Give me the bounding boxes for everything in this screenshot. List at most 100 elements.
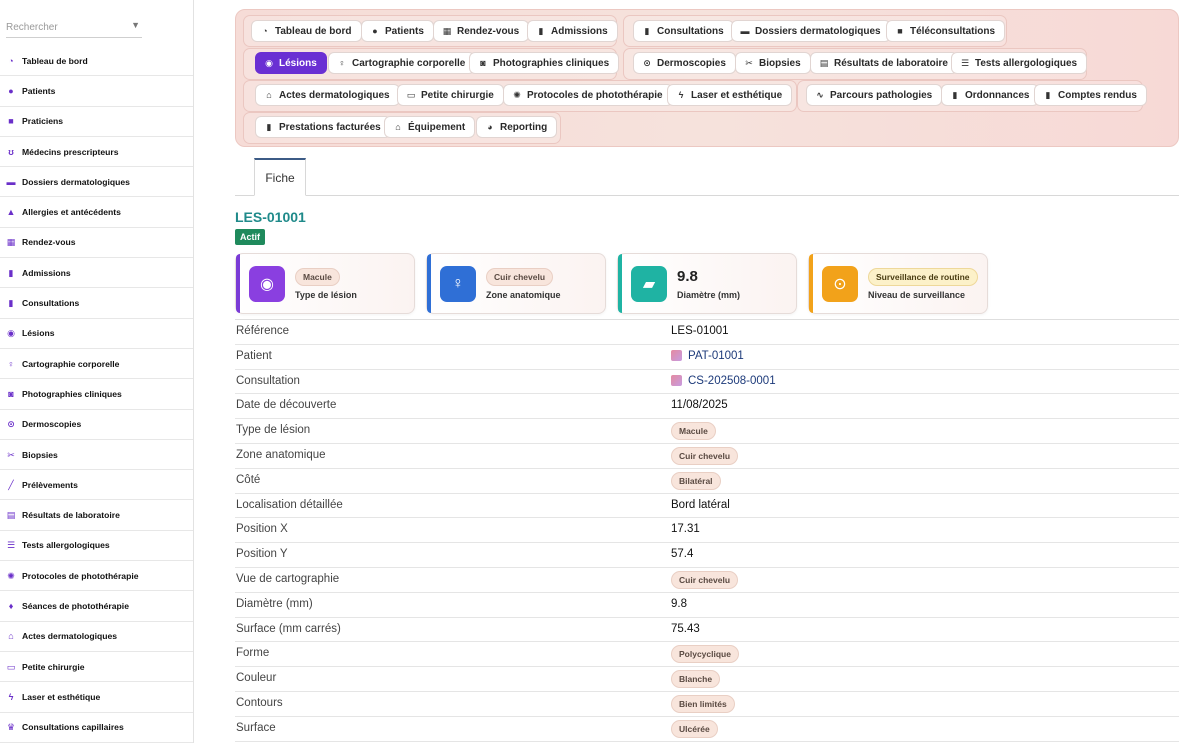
detail-value: Macule [671, 422, 716, 441]
tab-fiche[interactable]: Fiche [254, 158, 306, 196]
sidebar-item[interactable]: ▬ Dossiers dermatologiques [0, 167, 193, 198]
toolbar-button[interactable]: ▤ Résultats de laboratoire [810, 52, 958, 74]
circle-dot-icon: ◉ [265, 57, 273, 68]
sidebar-item[interactable]: ◉ Lésions [0, 319, 193, 349]
chevron-down-icon[interactable]: ▼ [131, 20, 140, 30]
toolbar-button[interactable]: ▮ Prestations facturées [255, 116, 391, 138]
detail-value: Cuir chevelu [671, 446, 739, 465]
toolbar-button[interactable]: ϟ Laser et esthétique [667, 84, 793, 106]
clipboard-icon: ▮ [8, 267, 14, 278]
card-value-badge: Macule [295, 268, 340, 286]
detail-row: Localisation détaillée Bord latéral [235, 494, 1179, 519]
sidebar-item[interactable]: ⌂ Actes dermatologiques [0, 622, 193, 652]
summary-card: ⊙ Surveillance de routine Niveau de survei… [808, 253, 988, 314]
sidebar-item[interactable]: ✂ Biopsies [0, 440, 193, 471]
sidebar-item[interactable]: ʊ Médecins prescripteurs [0, 137, 193, 168]
sidebar-item[interactable]: ╱ Prélèvements [0, 470, 193, 501]
toolbar-button[interactable]: ◔ Tableau de bord [251, 20, 362, 42]
toolbar-button[interactable]: ◕ Reporting [476, 116, 558, 138]
detail-row: Couleur Blanche [235, 667, 1179, 692]
sun-icon: ✺ [513, 89, 521, 100]
sidebar-item[interactable]: ▤ Résultats de laboratoire [0, 500, 193, 531]
toolbar-button[interactable]: ● Patients [361, 20, 434, 42]
sidebar-item-label: Dossiers dermatologiques [22, 176, 130, 187]
detail-value: LES-01001 [671, 325, 729, 337]
module-toolbar: ◔ Tableau de bord ● Patients ▦ Rendez-vous ▮ Ad… [235, 9, 1179, 147]
sidebar-item[interactable]: ● Patients [0, 76, 193, 107]
sidebar-item[interactable]: ♀ Cartographie corporelle [0, 349, 193, 380]
detail-row: Zone anatomique Cuir chevelu [235, 444, 1179, 469]
toolbar-button[interactable]: ⌂ Actes dermatologiques [255, 84, 400, 106]
detail-value-badge: Ulcérée [671, 719, 718, 738]
user-doctor-icon: ■ [8, 116, 14, 127]
detail-key: Localisation détaillée [236, 498, 343, 511]
toolbar-button[interactable]: ▦ Rendez-vous [433, 20, 530, 42]
sidebar-item[interactable]: ♦ Séances de photothérapie [0, 591, 193, 622]
detail-value-badge: Bien limités [671, 694, 735, 713]
detail-link[interactable]: CS-202508-0001 [671, 375, 776, 387]
sidebar-item[interactable]: ▦ Rendez-vous [0, 228, 193, 259]
detail-link[interactable]: PAT-01001 [671, 350, 744, 362]
toolbar-button-label: Laser et esthétique [691, 89, 783, 101]
sidebar-item-label: Résultats de laboratoire [22, 510, 120, 521]
sidebar-item[interactable]: ▮ Consultations [0, 288, 193, 319]
detail-value: 75.43 [671, 622, 700, 635]
warning-icon: ▲ [6, 207, 16, 218]
detail-row: Type de lésion Macule [235, 419, 1179, 444]
sidebar-item-label: Photographies cliniques [22, 388, 122, 399]
detail-link-text[interactable]: CS-202508-0001 [688, 375, 776, 387]
sidebar-item[interactable]: ■ Praticiens [0, 107, 193, 137]
record-link-icon [671, 375, 682, 387]
detail-value-badge: Bilatéral [671, 471, 721, 490]
toolbar-button-label: Rendez-vous [457, 25, 520, 37]
toolbar-button[interactable]: ▭ Petite chirurgie [397, 84, 504, 106]
dashboard-icon: ◔ [262, 26, 268, 36]
detail-key: Diamètre (mm) [236, 597, 313, 610]
sidebar-item[interactable]: ◙ Photographies cliniques [0, 379, 193, 410]
toolbar-button[interactable]: ■ Téléconsultations [886, 20, 1006, 42]
sidebar-item[interactable]: ✺ Protocoles de photothérapie [0, 561, 193, 592]
detail-value: Bord latéral [671, 498, 730, 511]
detail-row: Vue de cartographie Cuir chevelu [235, 568, 1179, 593]
magnifier-icon: ⊙ [822, 266, 858, 302]
sidebar-item[interactable]: ▭ Petite chirurgie [0, 652, 193, 683]
toolbar-button-label: Protocoles de photothérapie [527, 89, 663, 101]
toolbar-button[interactable]: ♀ Cartographie corporelle [328, 52, 476, 74]
sidebar-item-label: Allergies et antécédents [22, 207, 121, 218]
toolbar-button-label: Ordonnances [965, 89, 1030, 101]
sidebar-item[interactable]: ♛ Consultations capillaires [0, 713, 193, 743]
toolbar-button-label: Lésions [279, 57, 317, 69]
toolbar-button[interactable]: ▮ Consultations [633, 20, 734, 42]
detail-link-text[interactable]: PAT-01001 [688, 350, 744, 362]
sidebar-item-label: Biopsies [22, 449, 58, 460]
toolbar-button[interactable]: ▮ Ordonnances [941, 84, 1040, 106]
sidebar-item[interactable]: ϟ Laser et esthétique [0, 682, 193, 713]
sidebar-item[interactable]: ▲ Allergies et antécédents [0, 197, 193, 228]
chart-pie-icon: ◕ [487, 122, 493, 132]
toolbar-button[interactable]: ▬ Dossiers dermatologiques [731, 20, 891, 42]
search-select[interactable]: Rechercher ▼ [6, 14, 142, 38]
prescription-icon: ▮ [952, 89, 958, 100]
sidebar-item[interactable]: ▮ Admissions [0, 258, 193, 289]
toolbar-button[interactable]: ◙ Photographies cliniques [469, 52, 620, 74]
calendar-icon: ▦ [6, 237, 16, 248]
detail-key: Côté [236, 473, 261, 486]
detail-value: Polycyclique [671, 645, 739, 664]
sidebar-item[interactable]: ◔ Tableau de bord [0, 46, 193, 77]
toolbar-button[interactable]: ▮ Admissions [527, 20, 618, 42]
toolbar-button[interactable]: ◉ Lésions [255, 52, 327, 74]
toolbar-button[interactable]: ⊙ Dermoscopies [633, 52, 736, 74]
sidebar-item-label: Actes dermatologiques [22, 631, 118, 642]
toolbar-button[interactable]: ✂ Biopsies [735, 52, 811, 74]
toolbar-button[interactable]: ▮ Comptes rendus [1034, 84, 1147, 106]
sidebar-item[interactable]: ☰ Tests allergologiques [0, 531, 193, 562]
detail-key: Surface [236, 721, 276, 734]
detail-row: Côté Bilatéral [235, 469, 1179, 494]
tests-icon: ☰ [6, 540, 16, 551]
toolbar-button[interactable]: ✺ Protocoles de photothérapie [503, 84, 673, 106]
toolbar-button[interactable]: ☰ Tests allergologiques [951, 52, 1088, 74]
detail-row: Référence LES-01001 [235, 320, 1179, 345]
toolbar-button[interactable]: ⌂ Équipement [384, 116, 476, 138]
toolbar-button[interactable]: ∿ Parcours pathologies [806, 84, 943, 106]
sidebar-item[interactable]: ⊙ Dermoscopies [0, 410, 193, 440]
